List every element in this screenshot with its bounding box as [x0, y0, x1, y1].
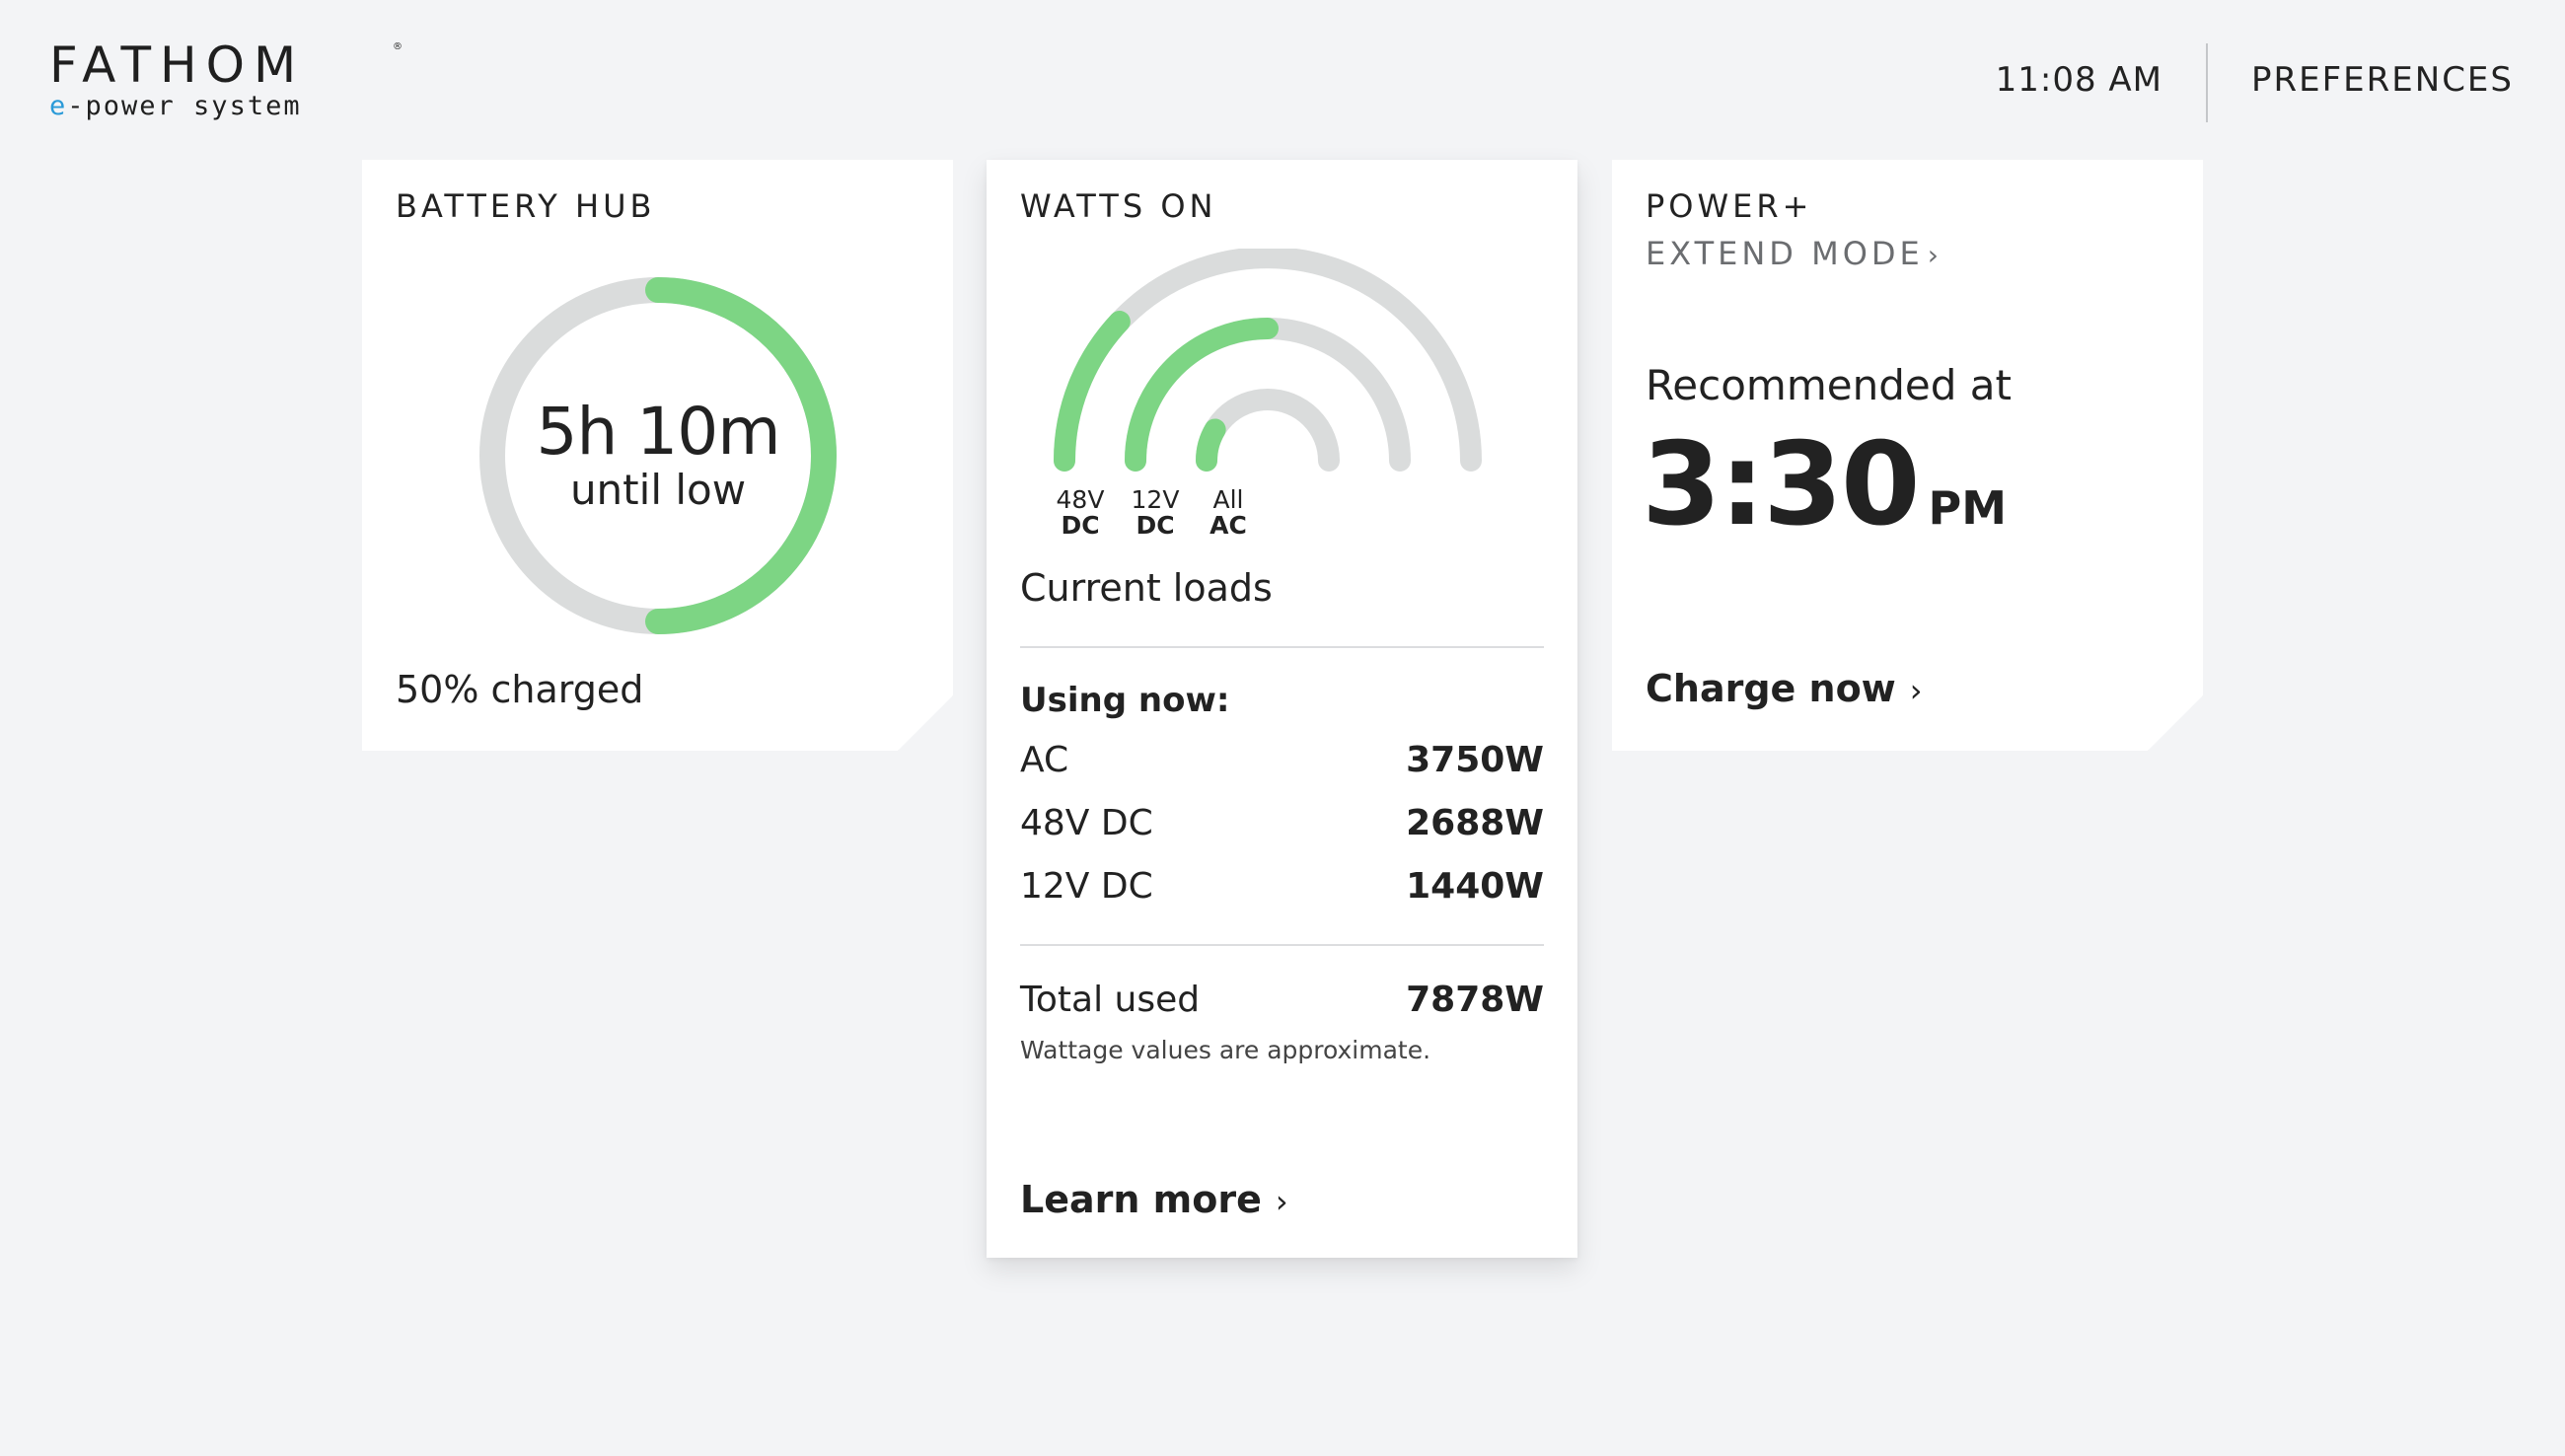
- load-row-ac: AC 3750W: [1020, 740, 1544, 780]
- charge-now-label: Charge now: [1646, 667, 1896, 710]
- divider-bottom: [1020, 944, 1544, 946]
- arc-track-48v-dc: [1054, 249, 1482, 472]
- total-used-row: Total used 7878W: [1020, 980, 1544, 1020]
- total-used-label: Total used: [1020, 980, 1201, 1020]
- recommended-label: Recommended at: [1646, 361, 2012, 409]
- power-plus-title: POWER+: [1646, 187, 1813, 225]
- arc-label-all-ac-line1: All: [1212, 485, 1244, 514]
- charged-percentage: 50% charged: [396, 668, 644, 711]
- extend-mode-link[interactable]: EXTEND MODE ›: [1646, 235, 1939, 272]
- logo-tagline-accent: e: [49, 91, 68, 121]
- learn-more-link[interactable]: Learn more ›: [1020, 1178, 1288, 1221]
- load-row-label: 12V DC: [1020, 866, 1153, 907]
- arc-label-48v-dc-line1: 48V: [1056, 485, 1105, 514]
- chevron-right-icon: ›: [1909, 672, 1923, 709]
- total-used-value: 7878W: [1406, 980, 1544, 1020]
- watts-on-title: WATTS ON: [1020, 187, 1217, 225]
- load-row-value: 3750W: [1406, 740, 1544, 780]
- load-row-12v-dc: 12V DC 1440W: [1020, 866, 1544, 907]
- arc-label-12v-dc: 12V DC: [1116, 487, 1195, 539]
- chevron-right-icon: ›: [1275, 1183, 1288, 1220]
- arc-label-48v-dc: 48V DC: [1041, 487, 1120, 539]
- battery-hub-title: BATTERY HUB: [396, 187, 656, 225]
- recommended-time: 3:30 PM: [1642, 418, 2007, 551]
- using-now-label: Using now:: [1020, 681, 1230, 720]
- header-right: 11:08 AM PREFERENCES: [1996, 43, 2514, 122]
- logo-registered-mark: ®: [393, 41, 403, 52]
- current-loads-label: Current loads: [1020, 566, 1273, 610]
- preferences-button[interactable]: PREFERENCES: [2208, 43, 2514, 122]
- load-row-label: AC: [1020, 740, 1069, 780]
- divider-top: [1020, 646, 1544, 648]
- battery-hub-card[interactable]: BATTERY HUB 5h 10m until low 50% charged: [362, 160, 953, 751]
- chevron-right-icon: ›: [1927, 239, 1939, 271]
- arc-label-all-ac: All AC: [1189, 487, 1268, 539]
- load-row-value: 2688W: [1406, 803, 1544, 843]
- recommended-time-ampm: PM: [1928, 481, 2008, 535]
- learn-more-label: Learn more: [1020, 1178, 1262, 1221]
- logo-wordmark: FATHOM: [49, 36, 306, 94]
- arc-fill-all-ac: [1196, 418, 1226, 472]
- arc-label-all-ac-line2: AC: [1209, 511, 1247, 540]
- fathom-logo: FATHOM ® e-power system: [49, 39, 404, 121]
- battery-ring-center: 5h 10m until low: [476, 273, 841, 638]
- load-row-label: 48V DC: [1020, 803, 1153, 843]
- wattage-note: Wattage values are approximate.: [1020, 1036, 1431, 1064]
- load-row-value: 1440W: [1406, 866, 1544, 907]
- time-until-low: 5h 10m: [536, 394, 780, 470]
- charge-now-button[interactable]: Charge now ›: [1646, 667, 1923, 710]
- load-row-48v-dc: 48V DC 2688W: [1020, 803, 1544, 843]
- logo-tagline-text: -power system: [67, 91, 302, 121]
- arc-label-48v-dc-line2: DC: [1061, 511, 1100, 540]
- clock-time: 11:08 AM: [1995, 60, 2162, 100]
- arc-label-12v-dc-line1: 12V: [1131, 485, 1180, 514]
- logo-tagline: e-power system: [49, 91, 404, 121]
- power-plus-card[interactable]: POWER+ EXTEND MODE › Recommended at 3:30 P…: [1612, 160, 2203, 751]
- recommended-time-value: 3:30: [1642, 418, 1919, 551]
- time-until-low-caption: until low: [569, 466, 747, 514]
- arc-label-12v-dc-line2: DC: [1136, 511, 1175, 540]
- watts-on-card[interactable]: WATTS ON 48V DC 12V DC All AC Current lo…: [987, 160, 1577, 1258]
- extend-mode-label: EXTEND MODE: [1646, 235, 1924, 272]
- arc-fill-48v-dc: [1054, 310, 1131, 472]
